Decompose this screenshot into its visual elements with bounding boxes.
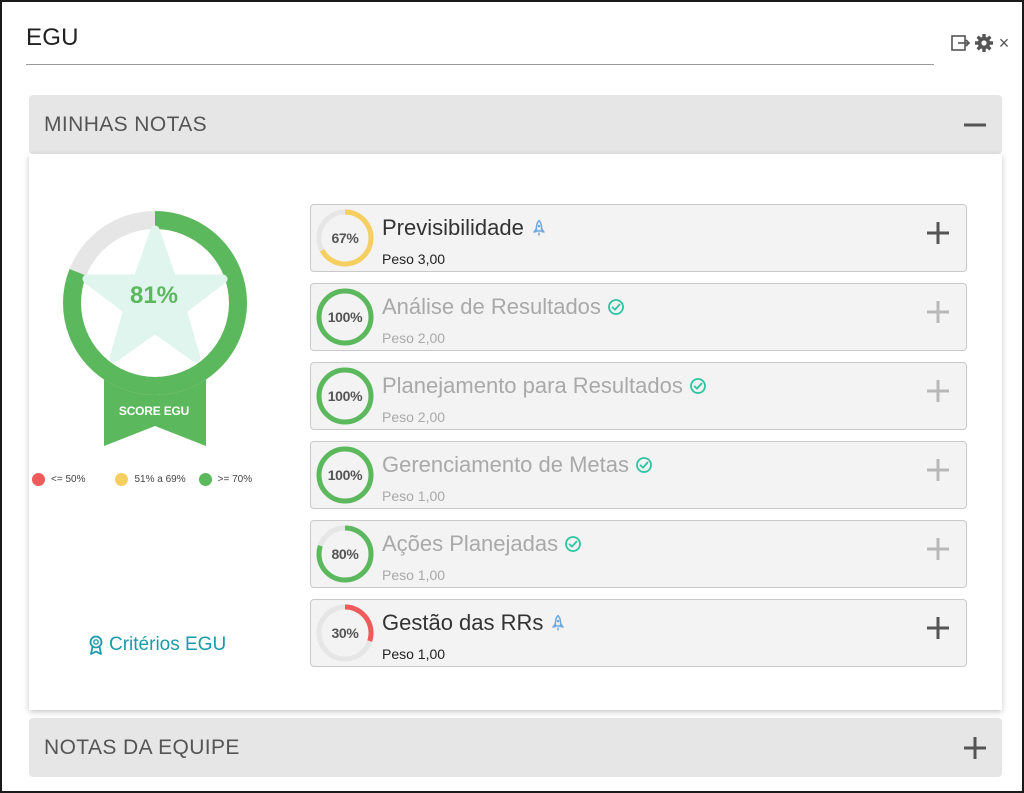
legend-label: 51% a 69% xyxy=(134,474,186,485)
indicator-weight: Peso 1,00 xyxy=(382,646,446,662)
expand-icon[interactable] xyxy=(924,377,952,405)
legend-item-mid: 51% a 69% xyxy=(115,473,186,486)
section-title: MINHAS NOTAS xyxy=(44,112,208,136)
collapse-icon[interactable] xyxy=(962,112,988,138)
expand-icon[interactable] xyxy=(924,219,952,247)
criteria-link[interactable]: Critérios EGU xyxy=(88,634,226,656)
indicator-title-text: Gestão das RRs xyxy=(382,610,544,635)
widget-title: EGU xyxy=(26,24,79,51)
export-icon[interactable] xyxy=(950,30,972,56)
indicator-card[interactable]: 100% Planejamento para Resultados Peso 2,0… xyxy=(310,362,967,430)
legend-label: <= 50% xyxy=(51,474,86,485)
indicator-card[interactable]: 80% Ações Planejadas Peso 1,00 xyxy=(310,520,967,588)
check-circle-icon xyxy=(689,377,707,395)
close-icon[interactable]: × xyxy=(996,30,1012,56)
check-circle-icon xyxy=(635,456,653,474)
indicator-title-text: Planejamento para Resultados xyxy=(382,373,683,398)
indicator-title: Gestão das RRs xyxy=(382,610,567,636)
rocket-icon xyxy=(530,219,548,237)
score-value: 81% xyxy=(129,282,179,309)
indicator-title-text: Previsibilidade xyxy=(382,215,524,240)
section-header-notas-equipe[interactable]: NOTAS DA EQUIPE xyxy=(29,718,1002,777)
progress-percent: 100% xyxy=(327,467,363,483)
indicator-weight: Peso 2,00 xyxy=(382,409,446,425)
award-icon xyxy=(89,635,103,655)
window-controls: × xyxy=(950,30,1012,56)
expand-icon[interactable] xyxy=(924,456,952,484)
criteria-link-label: Critérios EGU xyxy=(109,634,227,655)
legend-dot xyxy=(198,473,212,486)
expand-icon[interactable] xyxy=(924,298,952,326)
indicator-card[interactable]: 100% Gerenciamento de Metas Peso 1,00 xyxy=(310,441,967,509)
section-title: NOTAS DA EQUIPE xyxy=(44,735,240,759)
legend-dot xyxy=(32,473,45,486)
indicator-card[interactable]: 30% Gestão das RRs Peso 1,00 xyxy=(310,599,967,667)
legend-item-high: >= 70% xyxy=(198,473,253,486)
progress-percent: 100% xyxy=(327,388,363,404)
score-label: SCORE EGU xyxy=(118,404,190,418)
check-circle-icon xyxy=(607,298,625,316)
gear-icon[interactable] xyxy=(973,30,995,56)
rocket-icon xyxy=(549,614,567,632)
indicator-title-text: Gerenciamento de Metas xyxy=(382,452,630,477)
indicator-title: Planejamento para Resultados xyxy=(382,373,707,399)
expand-icon[interactable] xyxy=(962,735,988,761)
progress-percent: 30% xyxy=(331,625,359,641)
indicator-card[interactable]: 100% Análise de Resultados Peso 2,00 xyxy=(310,283,967,351)
indicator-title: Análise de Resultados xyxy=(382,294,625,320)
indicator-weight: Peso 3,00 xyxy=(382,251,446,267)
indicator-weight: Peso 1,00 xyxy=(382,567,446,583)
legend-dot xyxy=(115,473,129,486)
score-legend: <= 50% 51% a 69% >= 70% xyxy=(32,473,252,486)
indicator-title: Ações Planejadas xyxy=(382,531,582,557)
section-header-minhas-notas[interactable]: MINHAS NOTAS xyxy=(29,95,1002,154)
indicator-weight: Peso 1,00 xyxy=(382,488,446,504)
indicator-weight: Peso 2,00 xyxy=(382,330,446,346)
progress-percent: 100% xyxy=(327,309,363,325)
progress-percent: 80% xyxy=(331,546,359,562)
expand-icon[interactable] xyxy=(924,614,952,642)
legend-item-low: <= 50% xyxy=(32,473,85,486)
progress-percent: 67% xyxy=(331,230,359,246)
check-circle-icon xyxy=(564,535,582,553)
title-divider xyxy=(26,64,934,65)
expand-icon[interactable] xyxy=(924,535,952,563)
indicator-card[interactable]: 67% Previsibilidade Peso 3,00 xyxy=(310,204,967,272)
legend-label: >= 70% xyxy=(217,474,253,485)
indicator-title-text: Ações Planejadas xyxy=(382,531,559,556)
indicator-title: Gerenciamento de Metas xyxy=(382,452,653,478)
indicator-title-text: Análise de Resultados xyxy=(382,294,601,319)
indicator-title: Previsibilidade xyxy=(382,215,548,241)
